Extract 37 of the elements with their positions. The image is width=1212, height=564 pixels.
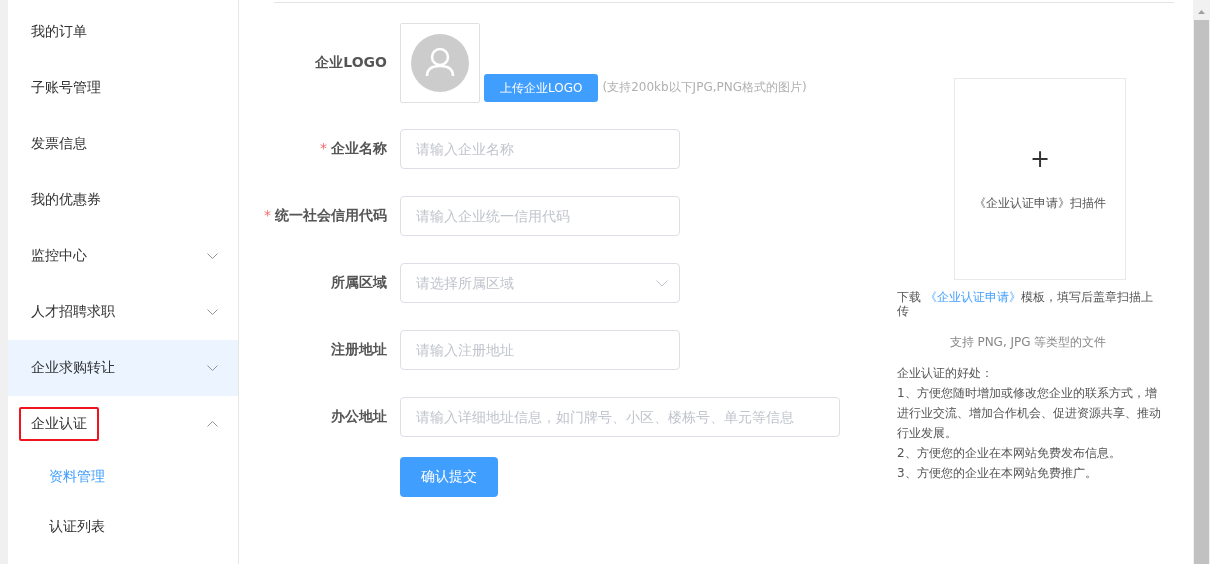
field-label: * 统一社会信用代码 [263,207,387,225]
sidebar-item[interactable]: 企业求购转让 [8,340,238,396]
input-field[interactable]: 请输入注册地址 [400,330,680,370]
benefits-title: 企业认证的好处： [897,365,994,382]
sidebar-item[interactable]: 子账号管理 [8,60,238,116]
sidebar-item[interactable]: 企业认证 [8,396,238,452]
plus-icon: + [1029,146,1051,171]
upload-hint: (支持200kb以下JPG,PNG格式的图片) [602,79,807,96]
benefit-text: 2、方便您的企业在本网站免费发布信息。 [897,445,1122,462]
sidebar-item[interactable]: 发票信息 [8,116,238,172]
download-instructions: 下载 《企业认证申请》模板，填写后盖章扫描上传 [897,290,1154,318]
scrollbar[interactable] [1193,0,1210,564]
avatar-icon [410,33,470,93]
sidebar-item[interactable]: 我的订单 [8,4,238,60]
field-label: 办公地址 [330,408,387,426]
upload-caption: 《企业认证申请》扫描件 [974,194,1106,212]
chevron-up-icon [207,421,218,427]
chevron-down-icon [207,309,218,315]
upload-area[interactable]: + 《企业认证申请》扫描件 [954,78,1126,280]
sidebar-item[interactable]: 人才招聘求职 [8,284,238,340]
chevron-down-icon [207,253,218,259]
field-label: * 企业名称 [319,140,387,158]
field-label: 企业LOGO [314,54,387,72]
field-label: 所属区域 [330,274,387,292]
chevron-down-icon [207,365,218,371]
input-field[interactable]: 请输入企业统一信用代码 [400,196,680,236]
submenu-item[interactable]: 认证列表 [8,502,238,552]
benefit-text: 3、方便您的企业在本网站免费推广。 [897,465,1098,482]
select-field[interactable]: 请选择所属区域 [400,263,680,303]
sidebar-item[interactable]: 监控中心 [8,228,238,284]
benefit-text: 1、方便您随时增加或修改您企业的联系方式，增进行业交流、增加合作机会、促进资源共享、推动行业发展。 [897,385,1162,442]
sidebar-item[interactable]: 我的优惠券 [8,172,238,228]
input-field[interactable]: 请输入企业名称 [400,129,680,169]
chevron-down-icon [656,280,668,287]
format-note: 支持 PNG, JPG 等类型的文件 [948,334,1108,351]
input-field[interactable]: 请输入详细地址信息，如门牌号、小区、楼栋号、单元等信息 [400,397,840,437]
field-label: 注册地址 [330,341,387,359]
